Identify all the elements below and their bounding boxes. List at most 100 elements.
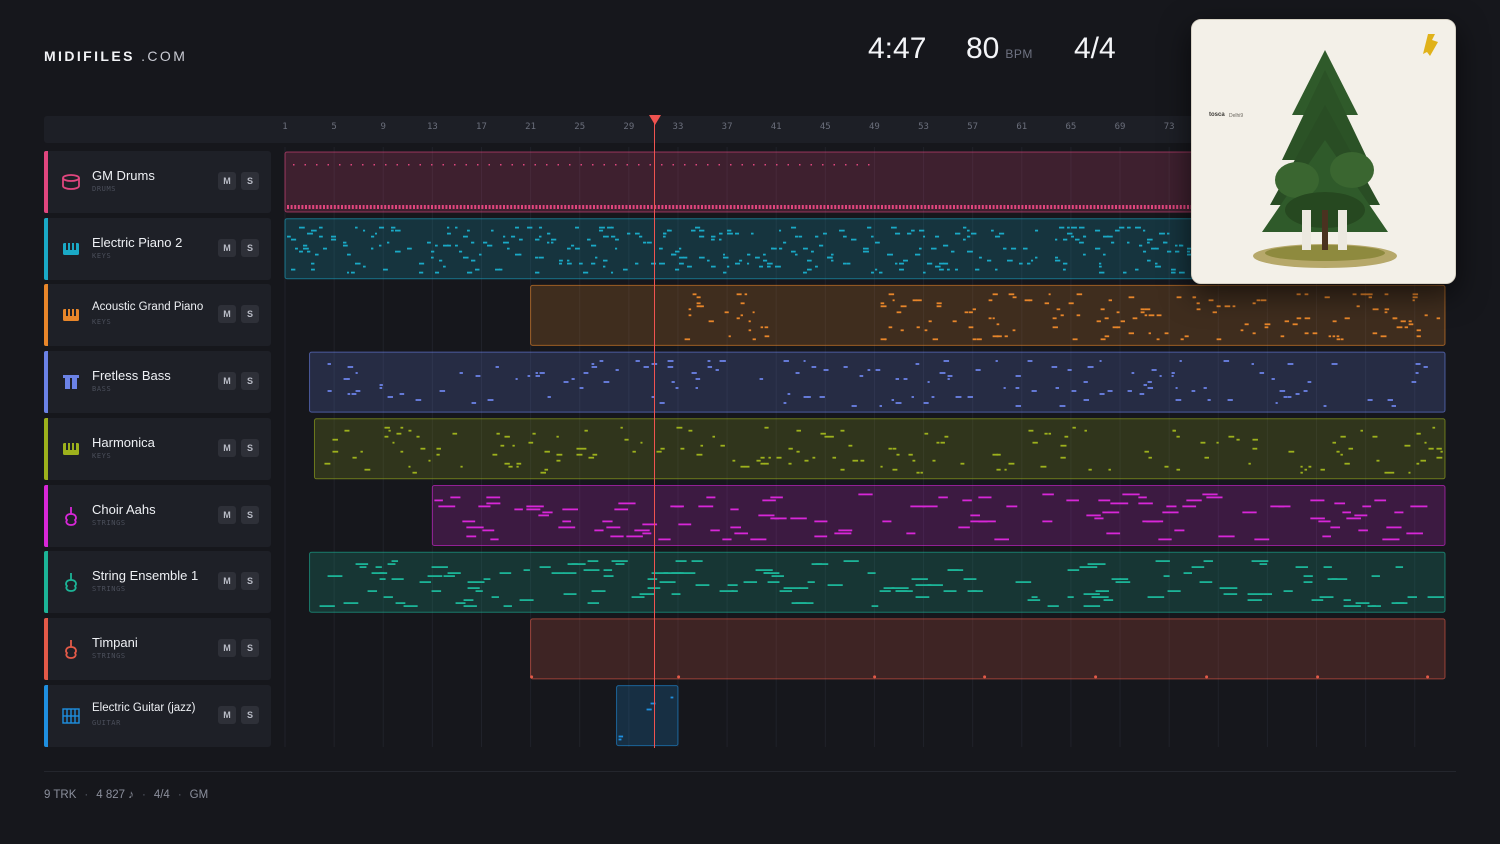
- mute-button[interactable]: M: [218, 372, 236, 391]
- mute-button[interactable]: M: [218, 172, 236, 190]
- track-color-bar: [44, 484, 48, 547]
- track-header[interactable]: Timpani STRINGS M S: [44, 617, 271, 680]
- playhead-marker[interactable]: [649, 115, 661, 125]
- midi-clip[interactable]: [530, 618, 1446, 680]
- ruler-tick: 61: [1016, 122, 1028, 132]
- track-color-bar: [44, 151, 48, 213]
- ruler-tick: 33: [672, 122, 684, 132]
- mute-button[interactable]: M: [218, 638, 236, 657]
- track-category: KEYS: [92, 251, 112, 260]
- mute-button[interactable]: M: [218, 305, 236, 324]
- drum-icon: [61, 172, 81, 192]
- ruler-tick: 37: [721, 122, 733, 132]
- track-name: Acoustic Grand Piano: [92, 301, 204, 314]
- track-name: Choir Aahs: [92, 501, 156, 517]
- logo-bold: MIDIFILES: [44, 48, 135, 64]
- midi-clip[interactable]: [616, 685, 679, 747]
- track-category: GUITAR: [92, 718, 121, 727]
- mute-button[interactable]: M: [218, 705, 236, 724]
- track-name: Electric Guitar (jazz): [92, 701, 196, 714]
- track-category: STRINGS: [92, 518, 126, 527]
- track-name: Fretless Bass: [92, 368, 171, 384]
- track-name: String Ensemble 1: [92, 568, 199, 584]
- track-name: Timpani: [92, 634, 138, 650]
- album-art-image: [1192, 20, 1455, 283]
- track-header[interactable]: GM Drums DRUMS M S: [44, 151, 271, 213]
- album-title: tosca: [1209, 112, 1225, 118]
- track-category: KEYS: [92, 451, 112, 460]
- mute-button[interactable]: M: [218, 505, 236, 524]
- ruler-tick: 17: [476, 122, 487, 132]
- keyboard-icon: [61, 439, 81, 459]
- violin-icon: [61, 639, 81, 659]
- ruler-tick: 29: [623, 122, 635, 132]
- album-subtitle: Delhi9: [1229, 113, 1244, 119]
- track-header[interactable]: String Ensemble 1 STRINGS M S: [44, 551, 271, 614]
- keyboard-icon: [61, 239, 81, 259]
- track-color-bar: [44, 217, 48, 280]
- logo-rest: .COM: [141, 48, 188, 64]
- solo-button[interactable]: S: [241, 238, 259, 257]
- solo-button[interactable]: S: [241, 172, 259, 190]
- solo-button[interactable]: S: [241, 372, 259, 391]
- ruler-tick: 45: [819, 122, 831, 132]
- footer-signature: 4/4: [153, 789, 170, 801]
- ruler-tick: 9: [380, 122, 386, 132]
- song-time: 4:47: [868, 32, 927, 65]
- keyboard-icon: [61, 305, 81, 325]
- track-header[interactable]: Harmonica KEYS M S: [44, 417, 271, 480]
- track-color-bar: [44, 617, 48, 680]
- album-cover: tosca Delhi9: [1191, 19, 1456, 284]
- bass-icon: [61, 372, 81, 392]
- track-name: GM Drums: [92, 168, 155, 183]
- mute-button[interactable]: M: [218, 438, 236, 457]
- track-category: KEYS: [92, 318, 112, 327]
- track-category: STRINGS: [92, 585, 126, 594]
- mute-button[interactable]: M: [218, 572, 236, 591]
- footer-track-count: 9 TRK: [44, 789, 77, 801]
- ruler-tick: 5: [331, 122, 337, 132]
- ruler-tick: 69: [1114, 122, 1126, 132]
- solo-button[interactable]: S: [241, 305, 259, 324]
- status-footer: 9 TRK · 4 827 ♪ · 4/4 · GM: [44, 789, 209, 801]
- midi-clip[interactable]: [309, 351, 1446, 413]
- solo-button[interactable]: S: [241, 505, 259, 524]
- solo-button[interactable]: S: [241, 638, 259, 657]
- track-category: STRINGS: [92, 651, 126, 660]
- guitar-icon: [61, 706, 81, 726]
- mute-button[interactable]: M: [218, 238, 236, 257]
- track-header[interactable]: Choir Aahs STRINGS M S: [44, 484, 271, 547]
- ruler-tick: 49: [869, 122, 880, 132]
- ruler-tick: 53: [918, 122, 929, 132]
- solo-button[interactable]: S: [241, 438, 259, 457]
- solo-button[interactable]: S: [241, 572, 259, 591]
- time-signature: 4/4: [1074, 32, 1116, 65]
- midi-clip[interactable]: [431, 485, 1446, 546]
- track-category: BASS: [92, 385, 112, 394]
- footer-divider: [44, 771, 1456, 772]
- ruler-tick: 13: [426, 122, 438, 132]
- violin-icon: [61, 506, 81, 526]
- track-color-bar: [44, 284, 48, 347]
- playhead-line[interactable]: [654, 120, 655, 748]
- ruler-tick: 57: [967, 122, 979, 132]
- track-header[interactable]: Acoustic Grand Piano KEYS M S: [44, 284, 271, 347]
- track-color-bar: [44, 684, 48, 747]
- track-name: Harmonica: [92, 434, 155, 450]
- footer-standard: GM: [189, 789, 209, 801]
- track-header[interactable]: Electric Piano 2 KEYS M S: [44, 217, 271, 280]
- midi-clip[interactable]: [313, 418, 1446, 480]
- track-header[interactable]: Electric Guitar (jazz) GUITAR M S: [44, 684, 271, 747]
- ruler-tick: 25: [574, 122, 586, 132]
- track-header[interactable]: Fretless Bass BASS M S: [44, 351, 271, 414]
- solo-button[interactable]: S: [241, 705, 259, 724]
- ruler-tick: 21: [525, 122, 537, 132]
- tempo-display: 80 BPM: [966, 32, 1033, 72]
- track-name: Electric Piano 2: [92, 234, 183, 250]
- site-logo[interactable]: MIDIFILES .COM: [44, 48, 187, 64]
- track-color-bar: [44, 551, 48, 614]
- violin-icon: [61, 572, 81, 593]
- track-category: DRUMS: [92, 185, 117, 193]
- ruler-tick: 65: [1065, 122, 1077, 132]
- track-color-bar: [44, 351, 48, 414]
